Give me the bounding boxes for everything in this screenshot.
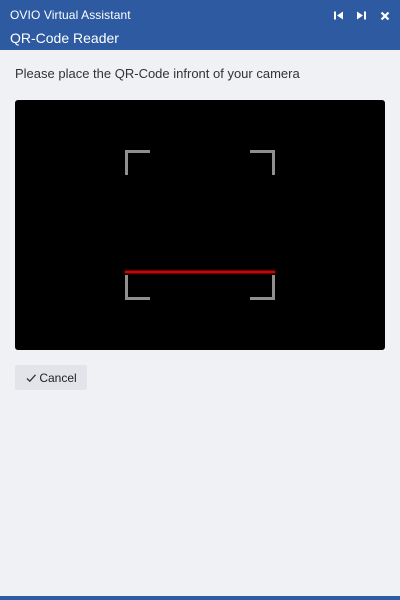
scan-line [125, 271, 275, 273]
main-content: Please place the QR-Code infront of your… [0, 50, 400, 596]
instruction-text: Please place the QR-Code infront of your… [15, 66, 300, 81]
check-icon [26, 373, 37, 382]
skip-forward-icon [357, 11, 366, 20]
cancel-label: Cancel [39, 370, 77, 385]
camera-preview [15, 100, 385, 350]
app-window: OVIO Virtual Assistant QR-Code Reader Pl… [0, 0, 400, 600]
skip-back-icon [334, 11, 343, 20]
scan-frame-corner-bottom-right [250, 275, 275, 300]
page-title: QR-Code Reader [10, 30, 119, 46]
bottom-accent-bar [0, 596, 400, 600]
close-icon [380, 11, 389, 20]
scan-frame-corner-top-left [125, 150, 150, 175]
scan-frame-corner-top-right [250, 150, 275, 175]
skip-forward-button[interactable] [354, 8, 369, 23]
window-controls [331, 8, 392, 23]
scan-frame-corner-bottom-left [125, 275, 150, 300]
title-bar: OVIO Virtual Assistant QR-Code Reader [0, 0, 400, 50]
cancel-button[interactable]: Cancel [15, 365, 87, 390]
close-button[interactable] [377, 8, 392, 23]
skip-back-button[interactable] [331, 8, 346, 23]
app-title: OVIO Virtual Assistant [10, 8, 131, 22]
